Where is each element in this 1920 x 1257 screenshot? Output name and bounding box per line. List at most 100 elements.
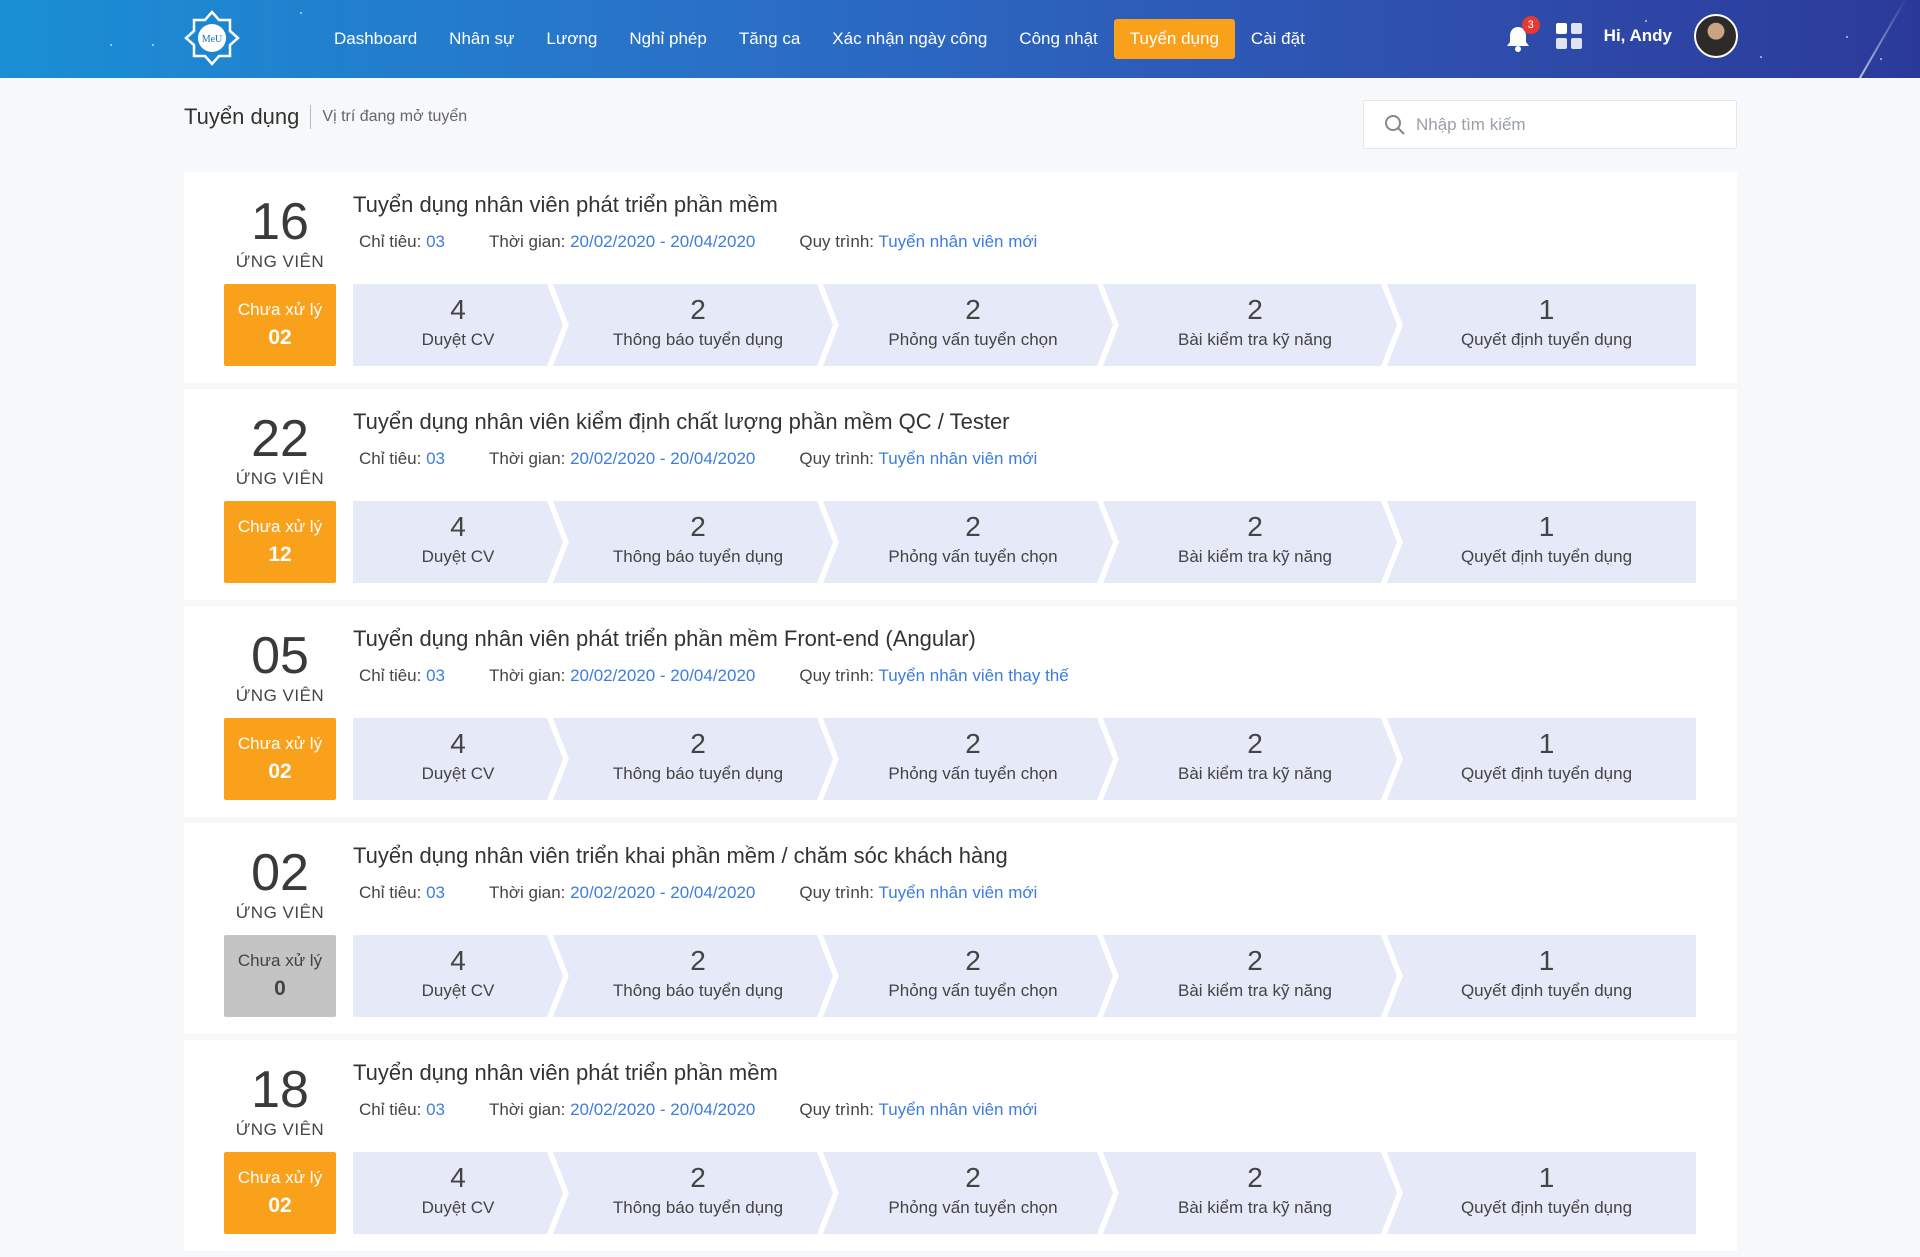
pipeline-step[interactable]: 4 Duyệt CV xyxy=(353,501,579,583)
quota-label: Chỉ tiêu: xyxy=(359,883,427,902)
pipeline-step[interactable]: 4 Duyệt CV xyxy=(353,284,579,366)
step-label: Bài kiểm tra kỹ năng xyxy=(1177,547,1332,566)
pipeline-step[interactable]: 1 Quyết định tuyển dụng xyxy=(1397,935,1696,1017)
job-card[interactable]: 05 ỨNG VIÊN Tuyển dụng nhân viên phát tr… xyxy=(184,606,1737,817)
step-count: 2 xyxy=(1247,511,1263,542)
pipeline-step[interactable]: 2 Thông báo tuyển dụng xyxy=(563,935,849,1017)
pipeline-step[interactable]: 1 Quyết định tuyển dụng xyxy=(1397,501,1696,583)
pipeline-step[interactable]: 2 Phỏng vấn tuyển chọn xyxy=(833,935,1129,1017)
pipeline-step[interactable]: 2 Bài kiểm tra kỹ năng xyxy=(1113,718,1413,800)
process-label: Quy trình: xyxy=(799,666,879,685)
process-link[interactable]: Tuyển nhân viên mới xyxy=(878,1100,1037,1119)
job-title[interactable]: Tuyển dụng nhân viên triển khai phần mềm… xyxy=(353,843,1008,869)
chevron-right-icon xyxy=(1097,1152,1129,1234)
pipeline-step[interactable]: 4 Duyệt CV xyxy=(353,1152,579,1234)
candidate-count: 16 ỨNG VIÊN xyxy=(224,194,336,272)
job-title[interactable]: Tuyển dụng nhân viên phát triển phần mềm… xyxy=(353,626,976,652)
job-title[interactable]: Tuyển dụng nhân viên phát triển phần mềm xyxy=(353,192,778,218)
step-label: Thông báo tuyển dụng xyxy=(612,547,784,566)
pending-badge[interactable]: Chưa xử lý 12 xyxy=(224,501,336,583)
pipeline-step[interactable]: 2 Thông báo tuyển dụng xyxy=(563,501,849,583)
chevron-right-icon xyxy=(817,284,849,366)
job-meta: Chỉ tiêu: 03 Thời gian: 20/02/2020 - 20/… xyxy=(359,883,1081,903)
step-label: Quyết định tuyển dụng xyxy=(1460,764,1633,783)
process-link[interactable]: Tuyển nhân viên thay thế xyxy=(878,666,1068,685)
app-logo[interactable]: MeU xyxy=(184,10,240,66)
pipeline-step[interactable]: 2 Phỏng vấn tuyển chọn xyxy=(833,718,1129,800)
nav-item[interactable]: Tuyển dụng xyxy=(1113,19,1235,59)
chevron-right-icon xyxy=(1097,718,1129,800)
page-subtitle: Vị trí đang mở tuyển xyxy=(322,108,468,125)
pipeline-step[interactable]: 1 Quyết định tuyển dụng xyxy=(1397,1152,1696,1234)
job-card[interactable]: 18 ỨNG VIÊN Tuyển dụng nhân viên phát tr… xyxy=(184,1040,1737,1251)
time-label: Thời gian: xyxy=(489,1100,571,1119)
nav-item[interactable]: Lương xyxy=(530,19,613,59)
search-icon xyxy=(1385,114,1405,135)
user-greeting[interactable]: Hi, Andy xyxy=(1604,26,1672,46)
search-input[interactable] xyxy=(1416,114,1716,135)
nav-item[interactable]: Xác nhận ngày công xyxy=(816,19,1003,59)
pending-label: Chưa xử lý xyxy=(237,517,323,536)
period-value: 20/02/2020 - 20/04/2020 xyxy=(570,232,756,251)
pending-badge[interactable]: Chưa xử lý 02 xyxy=(224,718,336,800)
nav-item[interactable]: Tăng ca xyxy=(723,19,816,59)
period-value: 20/02/2020 - 20/04/2020 xyxy=(570,1100,756,1119)
chevron-right-icon xyxy=(817,718,849,800)
step-label: Thông báo tuyển dụng xyxy=(612,330,784,349)
candidate-count-label: ỨNG VIÊN xyxy=(235,686,325,705)
step-label: Thông báo tuyển dụng xyxy=(612,1198,784,1217)
process-link[interactable]: Tuyển nhân viên mới xyxy=(878,232,1037,251)
job-meta: Chỉ tiêu: 03 Thời gian: 20/02/2020 - 20/… xyxy=(359,449,1081,469)
page-title: Tuyển dụng xyxy=(184,104,300,129)
process-label: Quy trình: xyxy=(799,883,879,902)
step-label: Phỏng vấn tuyển chọn xyxy=(888,764,1058,783)
job-title[interactable]: Tuyển dụng nhân viên kiểm định chất lượn… xyxy=(353,409,1010,435)
nav-item[interactable]: Nghỉ phép xyxy=(613,19,723,59)
pipeline-step[interactable]: 1 Quyết định tuyển dụng xyxy=(1397,718,1696,800)
step-count: 4 xyxy=(450,1162,466,1193)
job-process: Quy trình: Tuyển nhân viên mới xyxy=(799,1100,1037,1120)
period-value: 20/02/2020 - 20/04/2020 xyxy=(570,883,756,902)
step-count: 2 xyxy=(965,728,981,759)
quota-value: 03 xyxy=(426,666,446,685)
chevron-right-icon xyxy=(1381,718,1413,800)
pipeline-step[interactable]: 1 Quyết định tuyển dụng xyxy=(1397,284,1696,366)
job-period: Thời gian: 20/02/2020 - 20/04/2020 xyxy=(489,883,755,903)
nav-item[interactable]: Công nhật xyxy=(1003,19,1113,59)
job-title[interactable]: Tuyển dụng nhân viên phát triển phần mềm xyxy=(353,1060,778,1086)
step-count: 2 xyxy=(690,511,706,542)
pipeline-step[interactable]: 2 Bài kiểm tra kỹ năng xyxy=(1113,935,1413,1017)
step-count: 1 xyxy=(1538,945,1555,976)
pipeline-step[interactable]: 2 Bài kiểm tra kỹ năng xyxy=(1113,284,1413,366)
pipeline-step[interactable]: 2 Thông báo tuyển dụng xyxy=(563,284,849,366)
process-link[interactable]: Tuyển nhân viên mới xyxy=(878,449,1037,468)
pipeline-step[interactable]: 2 Thông báo tuyển dụng xyxy=(563,1152,849,1234)
apps-grid-icon[interactable] xyxy=(1555,23,1582,49)
pending-badge[interactable]: Chưa xử lý 02 xyxy=(224,1152,336,1234)
nav-item[interactable]: Cài đặt xyxy=(1235,19,1321,59)
job-card[interactable]: 02 ỨNG VIÊN Tuyển dụng nhân viên triển k… xyxy=(184,823,1737,1034)
job-card[interactable]: 22 ỨNG VIÊN Tuyển dụng nhân viên kiểm đị… xyxy=(184,389,1737,600)
avatar[interactable] xyxy=(1694,14,1738,58)
pipeline-step[interactable]: 2 Thông báo tuyển dụng xyxy=(563,718,849,800)
job-card[interactable]: 16 ỨNG VIÊN Tuyển dụng nhân viên phát tr… xyxy=(184,172,1737,383)
process-link[interactable]: Tuyển nhân viên mới xyxy=(878,883,1037,902)
pipeline-step[interactable]: 4 Duyệt CV xyxy=(353,718,579,800)
pipeline-step[interactable]: 4 Duyệt CV xyxy=(353,935,579,1017)
pipeline-step[interactable]: 2 Bài kiểm tra kỹ năng xyxy=(1113,501,1413,583)
step-label: Phỏng vấn tuyển chọn xyxy=(888,981,1058,1000)
pipeline-step[interactable]: 2 Phỏng vấn tuyển chọn xyxy=(833,1152,1129,1234)
step-count: 2 xyxy=(965,511,981,542)
notification-bell[interactable]: 3 xyxy=(1504,16,1540,52)
pending-badge[interactable]: Chưa xử lý 0 xyxy=(224,935,336,1017)
pending-badge[interactable]: Chưa xử lý 02 xyxy=(224,284,336,366)
step-count: 1 xyxy=(1538,511,1555,542)
nav-item[interactable]: Dashboard xyxy=(318,19,433,59)
pipeline-step[interactable]: 2 Phỏng vấn tuyển chọn xyxy=(833,284,1129,366)
pending-value: 0 xyxy=(274,977,286,1000)
nav-item[interactable]: Nhân sự xyxy=(433,19,530,59)
main-nav: Dashboard Nhân sự Lương Nghỉ phép Tăng ca Xác… xyxy=(318,19,1321,59)
pipeline-step[interactable]: 2 Bài kiểm tra kỹ năng xyxy=(1113,1152,1413,1234)
step-label: Thông báo tuyển dụng xyxy=(612,764,784,783)
pipeline-step[interactable]: 2 Phỏng vấn tuyển chọn xyxy=(833,501,1129,583)
